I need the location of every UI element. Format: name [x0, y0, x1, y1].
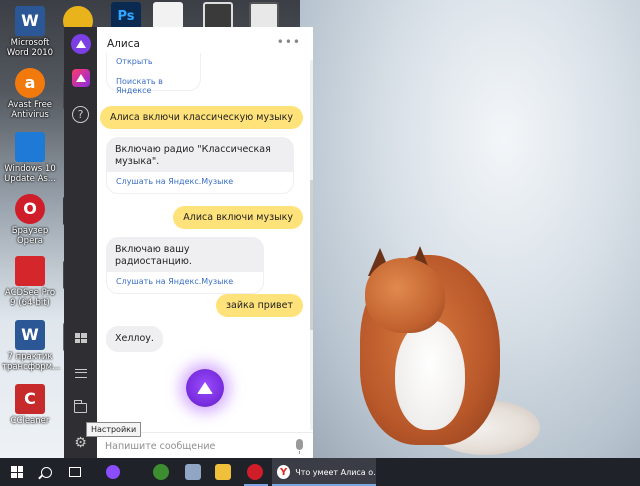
alice-message-text: Включаю радио "Классическая музыка". — [115, 144, 271, 167]
user-message: зайка привет — [215, 294, 303, 317]
settings-tooltip: Настройки — [86, 422, 142, 437]
previous-reply-card: Открыть Поискать в Яндексе — [106, 53, 201, 95]
message-input[interactable] — [105, 439, 280, 453]
list-icon — [74, 368, 87, 378]
sidebar-item-services[interactable] — [64, 323, 97, 353]
yandex-browser-icon: Y — [277, 465, 291, 479]
help-icon: ? — [72, 105, 89, 123]
alice-voice-button[interactable] — [186, 369, 224, 407]
taskbar-window-title: Что умеет Алиса о... — [295, 467, 376, 477]
folder-icon — [215, 464, 231, 480]
alice-icon — [70, 34, 91, 54]
taskbar-app-2[interactable] — [180, 458, 206, 486]
taskbar-search-button[interactable] — [34, 458, 58, 486]
home-icon — [71, 69, 90, 87]
task-view-icon — [69, 467, 81, 477]
user-message: Алиса включи музыку — [173, 206, 303, 229]
sidebar-item-list[interactable] — [64, 358, 97, 388]
panel-title: Алиса — [107, 37, 140, 50]
alice-sidebar: ? ⚙ — [64, 27, 97, 458]
taskbar-window-yandex[interactable]: Y Что умеет Алиса о... — [272, 458, 376, 486]
taskbar-opera[interactable] — [242, 458, 268, 486]
gear-icon: ⚙ — [74, 435, 87, 451]
wallpaper-fox-head — [365, 258, 445, 333]
sidebar-item-help[interactable]: ? — [64, 99, 97, 129]
chat-scrollbar[interactable] — [310, 60, 313, 430]
avast-icon: a — [15, 68, 45, 98]
alice-message: Включаю вашу радиостанцию. Слушать на Ян… — [106, 237, 264, 294]
listen-yandex-music-link[interactable]: Слушать на Яндекс.Музыке — [106, 172, 294, 194]
app-icon — [153, 464, 169, 480]
windows-logo-icon — [11, 466, 23, 478]
taskbar-file-explorer[interactable] — [210, 458, 236, 486]
desktop-icon-label: Windows 10 Update As... — [4, 164, 56, 184]
paint-icon — [185, 464, 201, 480]
alice-icon — [106, 465, 120, 479]
start-button[interactable] — [0, 458, 34, 486]
search-yandex-link[interactable]: Поискать в Яндексе — [116, 77, 200, 95]
alice-message-text: Включаю вашу радиостанцию. — [115, 244, 192, 267]
taskbar: Y Что умеет Алиса о... — [0, 458, 640, 486]
more-options-button[interactable]: ••• — [277, 35, 301, 49]
ccleaner-icon: C — [15, 384, 45, 414]
grid-icon — [74, 333, 87, 343]
chat-scrollbar-thumb[interactable] — [310, 180, 313, 330]
listen-yandex-music-link[interactable]: Слушать на Яндекс.Музыке — [106, 272, 264, 294]
desktop-icon-ccleaner[interactable]: C CCleaner — [2, 384, 58, 426]
open-link[interactable]: Открыть — [116, 57, 153, 66]
alice-message: Хеллоу. — [106, 326, 163, 352]
word-icon: W — [15, 6, 45, 36]
sidebar-item-folder[interactable] — [64, 393, 97, 423]
windows-icon — [15, 132, 45, 162]
opera-icon — [247, 464, 263, 480]
folder-icon — [73, 400, 87, 413]
microphone-icon[interactable] — [296, 439, 303, 454]
alice-message-text: Хеллоу. — [115, 333, 154, 344]
search-icon — [40, 466, 52, 478]
alice-icon — [197, 382, 213, 394]
user-message: Алиса включи классическую музыку — [99, 106, 303, 129]
wallpaper-fox-chest — [395, 320, 465, 430]
task-view-button[interactable] — [62, 458, 88, 486]
opera-icon: O — [15, 194, 45, 224]
alice-message: Включаю радио "Классическая музыка". Слу… — [106, 137, 294, 194]
sidebar-item-home[interactable] — [64, 63, 97, 93]
acdsee-icon — [15, 256, 45, 286]
desktop-icon-windows-update[interactable]: Windows 10 Update As... — [2, 132, 58, 184]
desktop-icon-label: CCleaner — [10, 416, 50, 426]
word-document-icon: W — [15, 320, 45, 350]
alice-chat-panel: Алиса ••• Открыть Поискать в Яндексе Али… — [97, 27, 313, 458]
taskbar-app-1[interactable] — [148, 458, 174, 486]
sidebar-item-alice[interactable] — [64, 29, 97, 59]
taskbar-alice-button[interactable] — [100, 458, 126, 486]
